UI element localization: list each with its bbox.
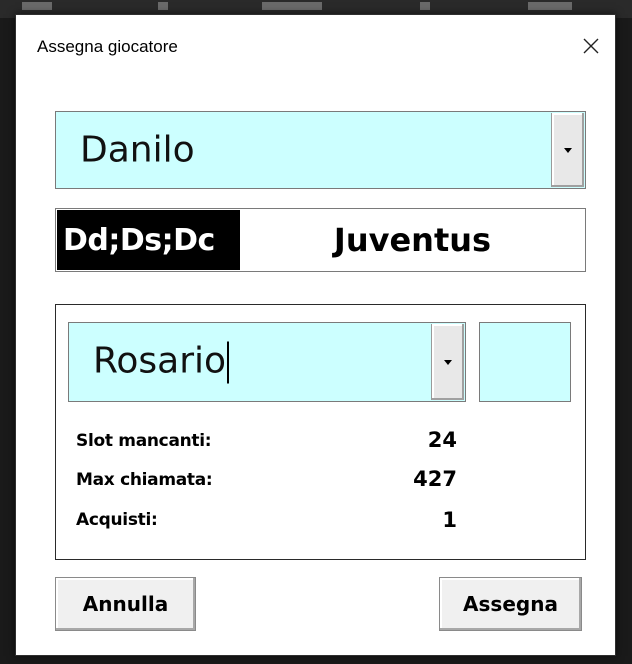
background-fragment [22, 2, 52, 10]
assignment-frame: Rosario Slot mancanti: 24 Max chiamata: … [55, 304, 586, 560]
player-dropdown-button[interactable] [551, 113, 584, 187]
background-fragment [158, 2, 168, 10]
close-icon [583, 38, 599, 54]
player-select-value: Danilo [80, 129, 195, 171]
dialog-title: Assegna giocatore [37, 37, 178, 56]
assign-player-dialog: Assegna giocatore Danilo Dd;Ds;Dc Juvent… [15, 14, 616, 656]
text-caret [227, 341, 230, 384]
purchases-value: 1 [442, 508, 457, 532]
fanta-team-select[interactable]: Rosario [68, 322, 466, 402]
player-info: Dd;Ds;Dc Juventus [55, 208, 586, 272]
purchases-label: Acquisti: [76, 510, 158, 530]
fanta-team-dropdown-button[interactable] [431, 324, 464, 400]
max-bid-value: 427 [413, 467, 457, 491]
player-select[interactable]: Danilo [55, 111, 586, 189]
background-fragment [420, 2, 430, 10]
player-team: Juventus [333, 221, 492, 259]
background-fragment [528, 2, 572, 10]
background-fragment [262, 2, 322, 10]
max-bid-label: Max chiamata: [76, 470, 213, 490]
chevron-down-icon [444, 359, 452, 365]
assign-button[interactable]: Assegna [439, 577, 582, 631]
player-roles: Dd;Ds;Dc [57, 210, 240, 270]
price-input[interactable] [479, 322, 571, 402]
close-button[interactable] [573, 29, 609, 63]
chevron-down-icon [564, 147, 572, 153]
slot-remaining-label: Slot mancanti: [76, 431, 212, 451]
title-bar: Assegna giocatore [16, 15, 615, 77]
fanta-team-select-value: Rosario [93, 340, 227, 382]
cancel-button[interactable]: Annulla [55, 577, 196, 631]
slot-remaining-value: 24 [427, 428, 457, 452]
